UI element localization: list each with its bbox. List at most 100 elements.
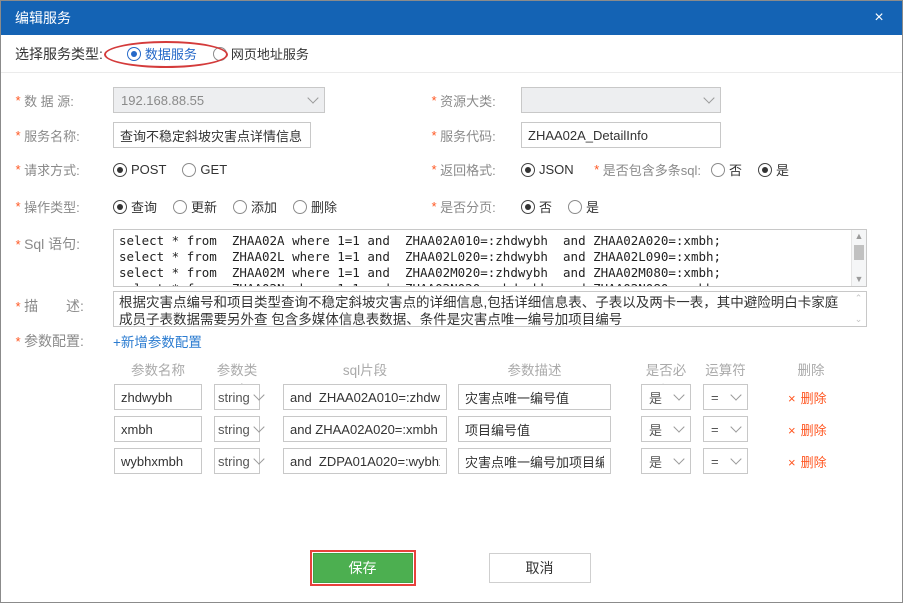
cancel-button-label: 取消 bbox=[526, 558, 554, 578]
radio-multisql-no[interactable]: 否 bbox=[711, 160, 742, 179]
param-name-input[interactable] bbox=[114, 448, 202, 474]
required-mark: * bbox=[15, 299, 20, 314]
operator-select[interactable]: = bbox=[703, 448, 748, 474]
chevron-down-icon bbox=[307, 92, 318, 103]
operation-type-label: *操作类型: bbox=[15, 197, 113, 216]
description-textarea[interactable]: 根据灾害点编号和项目类型查询不稳定斜坡灾害点的详细信息,包括详细信息表、子表以及… bbox=[113, 291, 867, 327]
sql-fragment-input[interactable] bbox=[283, 384, 447, 410]
radio-unselected-icon bbox=[213, 47, 227, 61]
radio-data-service[interactable]: 数据服务 bbox=[127, 44, 197, 63]
param-type-value: string bbox=[218, 422, 250, 437]
param-type-select[interactable]: string bbox=[214, 416, 260, 442]
radio-update[interactable]: 更新 bbox=[173, 197, 217, 216]
delete-x-icon: × bbox=[788, 423, 796, 438]
save-button-label: 保存 bbox=[349, 558, 377, 578]
chevron-down-icon bbox=[730, 389, 741, 400]
operator-select[interactable]: = bbox=[703, 416, 748, 442]
delete-x-icon: × bbox=[788, 455, 796, 470]
form-row-3: *请求方式: POST GET *返回格式: JSON *是否包含多条sql: … bbox=[15, 160, 888, 179]
radio-unselected-icon bbox=[173, 200, 187, 214]
service-name-input[interactable] bbox=[113, 122, 311, 148]
chevron-down-icon bbox=[253, 453, 264, 464]
param-table-row: string 是 = ×删除 bbox=[15, 384, 888, 410]
radio-query[interactable]: 查询 bbox=[113, 197, 157, 216]
radio-post[interactable]: POST bbox=[113, 162, 166, 177]
radio-paging-yes[interactable]: 是 bbox=[568, 197, 599, 216]
delete-row-link[interactable]: ×删除 bbox=[788, 388, 827, 407]
service-type-row: 选择服务类型: 数据服务 网页地址服务 bbox=[1, 35, 902, 73]
resource-category-select[interactable] bbox=[521, 87, 721, 113]
required-mark: * bbox=[15, 199, 20, 214]
sql-statement-text: select * from ZHAA02A where 1=1 and ZHAA… bbox=[114, 230, 866, 286]
chevron-down-icon bbox=[730, 421, 741, 432]
required-select[interactable]: 是 bbox=[641, 416, 691, 442]
scroll-down-icon[interactable]: ⌄ bbox=[851, 313, 866, 326]
radio-data-service-label: 数据服务 bbox=[145, 44, 197, 63]
operator-value: = bbox=[711, 390, 719, 405]
form-row-4: *操作类型: 查询 更新 添加 删除 *是否分页: 否 是 bbox=[15, 197, 888, 216]
chevron-down-icon bbox=[673, 453, 684, 464]
param-desc-input[interactable] bbox=[458, 384, 611, 410]
required-value: 是 bbox=[649, 388, 662, 407]
data-source-select[interactable]: 192.168.88.55 bbox=[113, 87, 325, 113]
param-desc-input[interactable] bbox=[458, 416, 611, 442]
scrollbar-thumb[interactable] bbox=[854, 245, 864, 260]
required-select[interactable]: 是 bbox=[641, 448, 691, 474]
radio-get[interactable]: GET bbox=[182, 162, 227, 177]
form-row-2: *服务名称: *服务代码: bbox=[15, 122, 888, 148]
radio-web-url-service-label: 网页地址服务 bbox=[231, 44, 309, 63]
radio-unselected-icon bbox=[293, 200, 307, 214]
required-mark: * bbox=[15, 237, 20, 252]
param-name-input[interactable] bbox=[114, 384, 202, 410]
param-type-select[interactable]: string bbox=[214, 384, 260, 410]
radio-add[interactable]: 添加 bbox=[233, 197, 277, 216]
required-mark: * bbox=[15, 128, 20, 143]
chevron-down-icon bbox=[730, 453, 741, 464]
add-param-link[interactable]: +新增参数配置 bbox=[113, 331, 202, 351]
delete-row-link[interactable]: ×删除 bbox=[788, 452, 827, 471]
required-mark: * bbox=[431, 128, 436, 143]
service-code-input[interactable] bbox=[521, 122, 721, 148]
radio-delete[interactable]: 删除 bbox=[293, 197, 337, 216]
cancel-button[interactable]: 取消 bbox=[489, 553, 591, 583]
multi-sql-label: *是否包含多条sql: bbox=[594, 160, 701, 179]
radio-json[interactable]: JSON bbox=[521, 162, 574, 177]
required-select[interactable]: 是 bbox=[641, 384, 691, 410]
param-table-row: string 是 = ×删除 bbox=[15, 448, 888, 474]
radio-multisql-yes[interactable]: 是 bbox=[758, 160, 789, 179]
required-mark: * bbox=[15, 93, 20, 108]
description-scrollbar[interactable]: ⌃ ⌄ bbox=[851, 292, 866, 326]
service-name-label: *服务名称: bbox=[15, 126, 113, 145]
sql-fragment-input[interactable] bbox=[283, 416, 447, 442]
dialog-titlebar: 编辑服务 × bbox=[1, 1, 902, 35]
sql-fragment-input[interactable] bbox=[283, 448, 447, 474]
scroll-up-icon[interactable]: ▲ bbox=[852, 230, 866, 243]
delete-row-link[interactable]: ×删除 bbox=[788, 420, 827, 439]
radio-unselected-icon bbox=[233, 200, 247, 214]
radio-unselected-icon bbox=[182, 163, 196, 177]
dialog-title: 编辑服务 bbox=[15, 8, 71, 28]
required-mark: * bbox=[594, 162, 599, 177]
radio-selected-icon bbox=[758, 163, 772, 177]
form-row-1: *数 据 源: 192.168.88.55 *资源大类: bbox=[15, 87, 888, 113]
operator-select[interactable]: = bbox=[703, 384, 748, 410]
dialog-footer: 保存 取消 bbox=[1, 553, 902, 583]
radio-web-url-service[interactable]: 网页地址服务 bbox=[213, 44, 309, 63]
param-config-label: *参数配置: bbox=[15, 331, 113, 351]
param-type-select[interactable]: string bbox=[214, 448, 260, 474]
param-name-input[interactable] bbox=[114, 416, 202, 442]
delete-x-icon: × bbox=[788, 391, 796, 406]
sql-textarea[interactable]: select * from ZHAA02A where 1=1 and ZHAA… bbox=[113, 229, 867, 287]
radio-paging-no[interactable]: 否 bbox=[521, 197, 552, 216]
data-source-label: *数 据 源: bbox=[15, 91, 113, 110]
sql-label: *Sql 语句: bbox=[15, 234, 80, 254]
close-icon[interactable]: × bbox=[868, 1, 890, 35]
save-button[interactable]: 保存 bbox=[313, 553, 413, 583]
param-table-row: string 是 = ×删除 bbox=[15, 416, 888, 442]
param-desc-input[interactable] bbox=[458, 448, 611, 474]
scroll-up-icon[interactable]: ⌃ bbox=[851, 292, 866, 305]
scroll-down-icon[interactable]: ▼ bbox=[852, 273, 866, 286]
sql-scrollbar[interactable]: ▲ ▼ bbox=[851, 230, 866, 286]
description-label: *描 述: bbox=[15, 296, 84, 316]
required-value: 是 bbox=[649, 420, 662, 439]
